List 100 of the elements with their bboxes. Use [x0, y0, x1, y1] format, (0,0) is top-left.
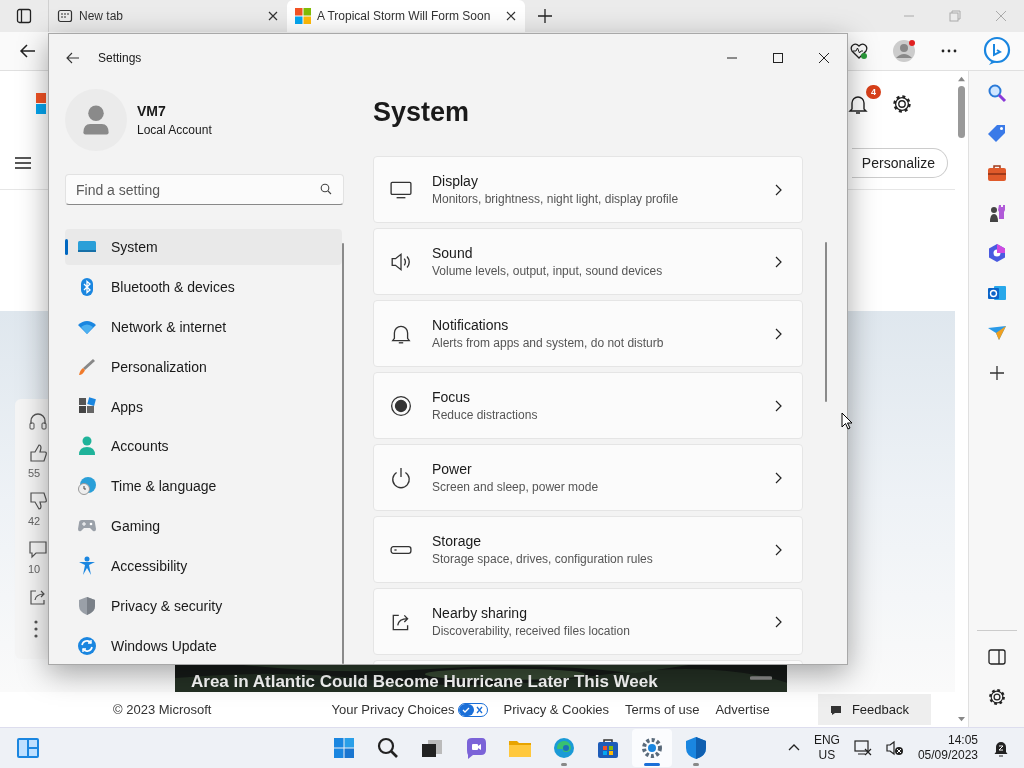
- search-field[interactable]: Find a setting: [65, 174, 344, 205]
- card-title: Storage: [432, 533, 483, 549]
- card-description: Alerts from apps and system, do not disturb: [432, 336, 665, 350]
- account-type: Local Account: [137, 123, 212, 137]
- reaction-count: 10: [28, 563, 42, 575]
- nav-item[interactable]: Network & internet: [65, 308, 342, 345]
- settings-card[interactable]: Storage Storage space, drives, configuration rules: [373, 516, 804, 583]
- clock-time[interactable]: 14:05: [947, 733, 978, 748]
- scroll-up-icon[interactable]: [957, 75, 966, 82]
- brush-icon: [77, 356, 97, 377]
- card-title: Notifications: [432, 317, 510, 333]
- tag-icon[interactable]: [986, 123, 1007, 143]
- search-icon[interactable]: [320, 183, 332, 195]
- feedback-button[interactable]: Feedback: [817, 694, 931, 725]
- card-description: Discoverability, received files location: [432, 624, 631, 638]
- settings-card[interactable]: Focus Reduce distractions: [373, 372, 804, 439]
- privacy-toggle-icon: [457, 702, 488, 717]
- mail-app-icon[interactable]: [986, 283, 1007, 303]
- notification-badge: 4: [866, 84, 881, 99]
- accessibility-icon: [77, 556, 97, 577]
- settings-card[interactable]: Nearby sharing Discoverability, received files location: [373, 588, 804, 655]
- footer-link[interactable]: Privacy & Cookies: [503, 702, 609, 717]
- close-icon[interactable]: [505, 10, 517, 22]
- profile-icon[interactable]: [892, 39, 916, 63]
- nav-item[interactable]: System: [65, 229, 342, 265]
- back-arrow-icon[interactable]: [66, 51, 80, 65]
- thumbs-down-icon[interactable]: [28, 491, 48, 511]
- nav-item[interactable]: Apps: [65, 388, 342, 425]
- globe-clock-icon: [77, 476, 97, 497]
- person-icon: [77, 436, 97, 457]
- briefcase-icon[interactable]: [986, 163, 1007, 183]
- headphones-icon[interactable]: [28, 411, 48, 431]
- personalize-button[interactable]: Personalize: [851, 147, 948, 178]
- focus-icon: [390, 394, 412, 417]
- logo-icon[interactable]: [36, 93, 46, 114]
- notification-bell-icon[interactable]: [992, 739, 1010, 757]
- new-tab-icon[interactable]: [537, 8, 553, 24]
- settings-card[interactable]: Notifications Alerts from apps and system, do not disturb: [373, 300, 804, 367]
- comment-icon[interactable]: [28, 539, 48, 559]
- nav-item[interactable]: Accessibility: [65, 548, 342, 585]
- hexagon-ring-icon[interactable]: [986, 243, 1007, 263]
- speaker-icon: [390, 250, 412, 273]
- more-icon[interactable]: [33, 619, 39, 639]
- settings-icon[interactable]: [986, 687, 1007, 707]
- reaction-count: 55: [28, 467, 42, 479]
- windows-logo-icon: [295, 8, 311, 24]
- scrollbar-thumb[interactable]: [958, 86, 965, 138]
- scrollbar[interactable]: [825, 242, 828, 402]
- user-name: VM7: [137, 103, 167, 119]
- card-description: Screen and sleep, power mode: [432, 480, 600, 494]
- settings-icon[interactable]: [891, 92, 913, 115]
- card-title: Nearby sharing: [432, 605, 528, 621]
- share-icon[interactable]: [28, 587, 48, 607]
- nav-item[interactable]: Gaming: [65, 508, 342, 545]
- shield-icon: [77, 596, 97, 617]
- heart-pulse-icon[interactable]: [850, 42, 868, 60]
- nav-item[interactable]: Bluetooth & devices: [65, 268, 342, 305]
- maximize-icon[interactable]: [772, 52, 784, 64]
- copyright-text: © 2023 Microsoft: [113, 702, 212, 717]
- monitor-icon[interactable]: [853, 739, 872, 757]
- muted-speaker-icon[interactable]: [885, 739, 904, 757]
- refresh-icon: [77, 636, 97, 656]
- card-description: Storage space, drives, configuration rules: [432, 552, 654, 566]
- card-title: Sound: [432, 245, 474, 261]
- power-icon: [390, 466, 412, 489]
- tab-actions-icon[interactable]: [16, 8, 32, 24]
- settings-card[interactable]: Power Screen and sleep, power mode: [373, 444, 804, 511]
- side-panel-icon[interactable]: [986, 647, 1007, 667]
- thumbs-up-icon[interactable]: [28, 443, 48, 463]
- footer-link[interactable]: Terms of use: [625, 702, 700, 717]
- shield-icon: [684, 736, 708, 760]
- nav-item[interactable]: Privacy & security: [65, 588, 342, 625]
- widgets-icon[interactable]: [16, 736, 40, 760]
- footer-link[interactable]: Advertise: [715, 702, 770, 717]
- browser-icon: [552, 736, 576, 760]
- card-description: Volume levels, output, input, sound devices: [432, 264, 664, 278]
- footer-link[interactable]: Your Privacy Choices: [331, 702, 455, 717]
- start-icon: [332, 736, 356, 760]
- settings-card[interactable]: Sound Volume levels, output, input, sound devices: [373, 228, 804, 295]
- scroll-down-icon[interactable]: [957, 716, 966, 723]
- settings-icon: [640, 736, 664, 760]
- avatar-icon[interactable]: [65, 89, 127, 151]
- region-text[interactable]: US: [818, 748, 836, 763]
- nav-item[interactable]: Accounts: [65, 428, 342, 465]
- clock-date[interactable]: 05/09/2023: [917, 748, 978, 763]
- close-icon[interactable]: [267, 10, 279, 22]
- search-icon[interactable]: [986, 83, 1007, 103]
- close-icon[interactable]: [818, 52, 830, 64]
- nav-item[interactable]: Personalization: [65, 348, 342, 385]
- settings-card[interactable]: Display Monitors, brightness, night light, display profile: [373, 156, 804, 223]
- page-icon: [57, 8, 73, 24]
- reaction-count: 42: [28, 515, 42, 527]
- card-title: Power: [432, 461, 473, 477]
- nav-item[interactable]: Time & language: [65, 468, 342, 505]
- language-text[interactable]: ENG: [813, 733, 840, 748]
- nav-item[interactable]: Windows Update: [65, 628, 342, 664]
- back-arrow-icon[interactable]: [19, 42, 37, 60]
- browser-tab[interactable]: A Tropical Storm Will Form Soon: [287, 0, 525, 32]
- chat-bubble-icon[interactable]: [982, 36, 1012, 66]
- scrollbar[interactable]: [342, 243, 344, 664]
